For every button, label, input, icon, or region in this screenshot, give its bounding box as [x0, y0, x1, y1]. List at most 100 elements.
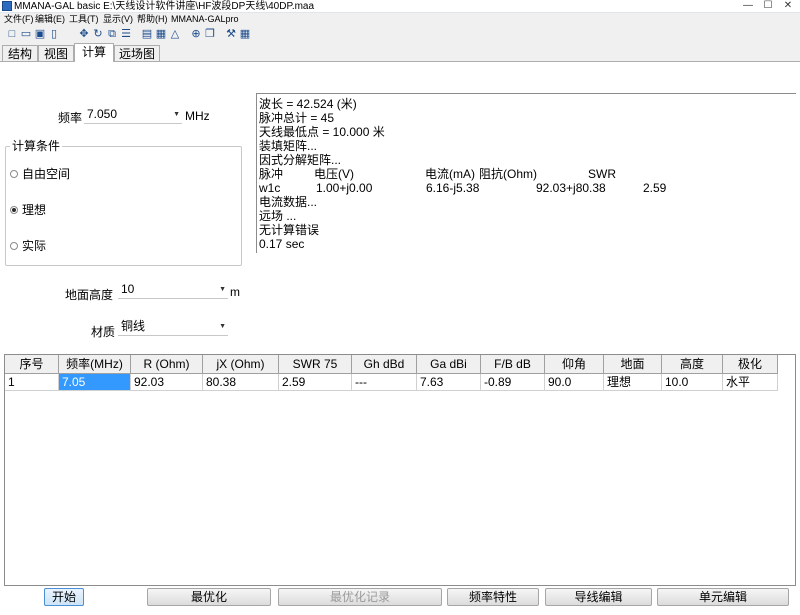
col-header[interactable]: 高度 — [662, 355, 723, 374]
table-cell[interactable]: 1 — [5, 374, 59, 391]
chevron-down-icon: ▼ — [173, 111, 180, 118]
window-title: MMANA-GAL basic E:\天线设计软件讲座\HF波段DP天线\40D… — [14, 1, 315, 12]
info-icon[interactable]: ▯ — [48, 28, 60, 41]
copy-icon[interactable]: ⧉ — [106, 28, 118, 41]
calc-icon[interactable]: ▦ — [239, 28, 251, 41]
optimize-log-button[interactable]: 最优化记录 — [278, 588, 442, 606]
table-cell[interactable]: 理想 — [604, 374, 662, 391]
row-impedance: 92.03+j80.38 — [536, 181, 606, 195]
menu-bar: 文件(F) 编辑(E) 工具(T) 显示(V) 帮助(H) MMANA-GALp… — [0, 13, 800, 26]
far-field-line: 远场 ... — [259, 209, 297, 223]
table-cell[interactable]: 2.59 — [279, 374, 352, 391]
table-cell[interactable]: -0.89 — [481, 374, 545, 391]
current-data-line: 电流数据... — [259, 195, 318, 209]
freq-input[interactable]: 7.050 ▼ — [84, 106, 182, 124]
tab-far-field[interactable]: 远场图 — [114, 45, 160, 62]
save-icon[interactable]: ▣ — [34, 28, 46, 41]
no-error-line: 无计算错误 — [259, 223, 320, 237]
menu-file[interactable]: 文件(F) — [4, 13, 34, 26]
freq-value: 7.050 — [87, 107, 118, 121]
menu-edit[interactable]: 编辑(E) — [35, 13, 65, 26]
duplicate-icon[interactable]: ❐ — [204, 28, 216, 41]
new-icon[interactable]: □ — [6, 28, 18, 41]
ground-height-unit: m — [230, 285, 240, 299]
header-pulse: 脉冲 — [259, 167, 284, 181]
table-cell[interactable]: 水平 — [723, 374, 778, 391]
factor-matrix-line: 因式分解矩阵... — [259, 153, 342, 167]
col-header[interactable]: 仰角 — [545, 355, 604, 374]
ground-height-label: 地面高度 — [65, 288, 114, 302]
radio-label: 理想 — [22, 203, 47, 217]
radio-dot — [10, 170, 18, 178]
title-bar: MMANA-GAL basic E:\天线设计软件讲座\HF波段DP天线\40D… — [0, 0, 800, 13]
table-cell[interactable]: 10.0 — [662, 374, 723, 391]
table-icon[interactable]: ▦ — [155, 28, 167, 41]
start-button[interactable]: 开始 — [44, 588, 84, 606]
lowest-point-line: 天线最低点 = 10.000 米 — [259, 125, 385, 139]
move-icon[interactable]: ✥ — [78, 28, 90, 41]
chevron-down-icon: ▼ — [219, 323, 226, 330]
row-voltage: 1.00+j0.00 — [316, 181, 373, 195]
delta-icon[interactable]: △ — [169, 28, 181, 41]
tab-view[interactable]: 视图 — [38, 45, 74, 62]
table-cell[interactable]: --- — [352, 374, 417, 391]
list-icon[interactable]: ☰ — [120, 28, 132, 41]
col-header[interactable]: 极化 — [723, 355, 778, 374]
row-current: 6.16-j5.38 — [426, 181, 480, 195]
calc-conditions-group: 计算条件 自由空间 理想 实际 — [5, 139, 242, 266]
row-swr: 2.59 — [643, 181, 667, 195]
target-icon[interactable]: ⊕ — [190, 28, 202, 41]
calc-conditions-title: 计算条件 — [10, 139, 63, 153]
element-edit-button[interactable]: 单元编辑 — [657, 588, 789, 606]
optimize-button[interactable]: 最优化 — [147, 588, 271, 606]
col-header[interactable]: Ga dBi — [417, 355, 481, 374]
maximize-icon[interactable]: ☐ — [760, 0, 776, 12]
radio-label: 自由空间 — [22, 167, 71, 181]
toolbar: □ ▭ ▣ ▯ ✥ ↻ ⧉ ☰ ▤ ▦ △ ⊕ ❐ ⚒ ▦ — [0, 27, 800, 43]
tab-strip: 结构 视图 计算 远场图 — [0, 43, 800, 62]
freq-unit: MHz — [185, 109, 210, 123]
material-value: 铜线 — [121, 319, 146, 333]
fill-matrix-line: 装填矩阵... — [259, 139, 318, 153]
table-cell[interactable]: 7.63 — [417, 374, 481, 391]
tab-calculate[interactable]: 计算 — [74, 43, 114, 62]
calc-panel: 频率 7.050 ▼ MHz 计算条件 自由空间 理想 实际 地面高度 10 ▼… — [0, 61, 800, 615]
table-cell[interactable]: 90.0 — [545, 374, 604, 391]
col-header[interactable]: SWR 75 — [279, 355, 352, 374]
results-table[interactable]: 序号 频率(MHz) R (Ohm) jX (Ohm) SWR 75 Gh dB… — [4, 354, 796, 586]
wire-edit-button[interactable]: 导线编辑 — [545, 588, 652, 606]
header-current: 电流(mA) — [425, 167, 475, 181]
open-icon[interactable]: ▭ — [20, 28, 32, 41]
col-header[interactable]: 地面 — [604, 355, 662, 374]
header-voltage: 电压(V) — [314, 167, 354, 181]
freq-characteristics-button[interactable]: 频率特性 — [447, 588, 539, 606]
material-select[interactable]: 铜线 ▼ — [118, 318, 228, 336]
material-label: 材质 — [91, 325, 116, 339]
col-header[interactable]: Gh dBd — [352, 355, 417, 374]
minimize-icon[interactable]: — — [740, 0, 756, 12]
col-header[interactable]: R (Ohm) — [131, 355, 203, 374]
radio-dot — [10, 242, 18, 250]
tools-icon[interactable]: ⚒ — [225, 28, 237, 41]
col-header[interactable]: 序号 — [5, 355, 59, 374]
rotate-icon[interactable]: ↻ — [92, 28, 104, 41]
radio-dot-checked — [10, 206, 18, 214]
chevron-down-icon: ▼ — [219, 286, 226, 293]
menu-pro[interactable]: MMANA-GALpro — [171, 13, 239, 26]
table-cell-selected[interactable]: 7.05 — [59, 374, 131, 391]
col-header[interactable]: F/B dB — [481, 355, 545, 374]
header-impedance: 阻抗(Ohm) — [479, 167, 537, 181]
menu-tools[interactable]: 工具(T) — [69, 13, 99, 26]
table-cell[interactable]: 92.03 — [131, 374, 203, 391]
menu-view[interactable]: 显示(V) — [103, 13, 133, 26]
close-icon[interactable]: ✕ — [780, 0, 796, 12]
tab-structure[interactable]: 结构 — [2, 45, 38, 62]
col-header[interactable]: jX (Ohm) — [203, 355, 279, 374]
doc-icon[interactable]: ▤ — [141, 28, 153, 41]
ground-height-input[interactable]: 10 ▼ — [118, 281, 228, 299]
menu-help[interactable]: 帮助(H) — [137, 13, 168, 26]
col-header[interactable]: 频率(MHz) — [59, 355, 131, 374]
pulses-line: 脉冲总计 = 45 — [259, 111, 335, 125]
table-cell[interactable]: 80.38 — [203, 374, 279, 391]
ground-height-value: 10 — [121, 282, 135, 296]
